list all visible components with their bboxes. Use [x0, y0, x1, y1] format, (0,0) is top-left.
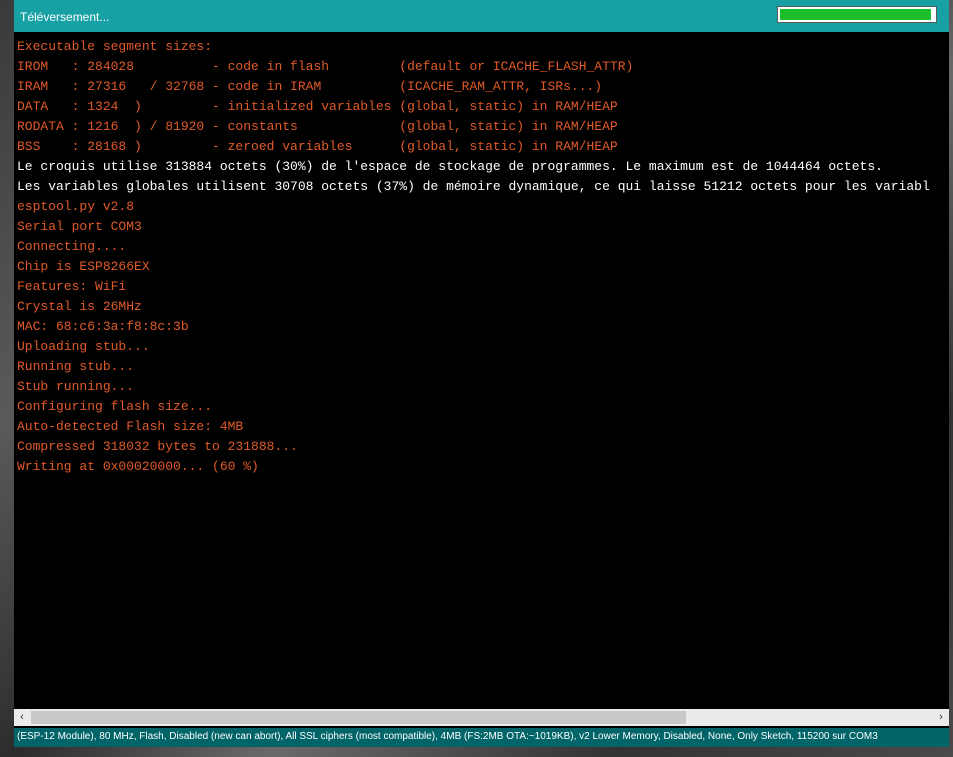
console-line: Le croquis utilise 313884 octets (30%) d… [17, 159, 883, 174]
ide-output-panel: Téléversement... Executable segment size… [14, 0, 949, 747]
console-line: Auto-detected Flash size: 4MB [17, 419, 244, 434]
chevron-left-icon[interactable]: ‹ [14, 709, 30, 726]
console-line-list: Executable segment sizes: IROM : 284028 -… [17, 37, 930, 477]
upload-progress-fill [780, 9, 931, 20]
console-line: esptool.py v2.8 [17, 199, 135, 214]
console-line: IROM : 284028 - code in flash (default o… [17, 59, 634, 74]
console-line: RODATA : 1216 ) / 81920 - constants (glo… [17, 119, 618, 134]
console-line: Chip is ESP8266EX [17, 259, 150, 274]
board-config-text: (ESP-12 Module), 80 MHz, Flash, Disabled… [17, 731, 878, 742]
upload-status-header: Téléversement... [14, 0, 949, 32]
console-line: IRAM : 27316 / 32768 - code in IRAM (ICA… [17, 79, 603, 94]
horizontal-scrollbar[interactable]: ‹ › [14, 709, 949, 726]
upload-status-text: Téléversement... [20, 10, 110, 24]
scrollbar-thumb[interactable] [31, 711, 686, 724]
console-line: Connecting.... [17, 239, 127, 254]
console-line: Serial port COM3 [17, 219, 142, 234]
console-line: Les variables globales utilisent 30708 o… [17, 179, 930, 194]
console-line: Configuring flash size... [17, 399, 213, 414]
console-line: MAC: 68:c6:3a:f8:8c:3b [17, 319, 189, 334]
console-line: Crystal is 26MHz [17, 299, 142, 314]
console-line: DATA : 1324 ) - initialized variables (g… [17, 99, 618, 114]
upload-progress-bar [777, 6, 937, 23]
console-line: Writing at 0x00020000... (60 %) [17, 459, 259, 474]
console-line: Uploading stub... [17, 339, 150, 354]
console-output[interactable]: Executable segment sizes: IROM : 284028 -… [14, 32, 949, 708]
console-line: Running stub... [17, 359, 135, 374]
chevron-right-icon[interactable]: › [933, 709, 949, 726]
console-line: Stub running... [17, 379, 135, 394]
console-line: Features: WiFi [17, 279, 127, 294]
console-line: Compressed 318032 bytes to 231888... [17, 439, 298, 454]
board-status-bar: (ESP-12 Module), 80 MHz, Flash, Disabled… [14, 728, 949, 747]
console-line: BSS : 28168 ) - zeroed variables (global… [17, 139, 618, 154]
console-line: Executable segment sizes: [17, 39, 213, 54]
